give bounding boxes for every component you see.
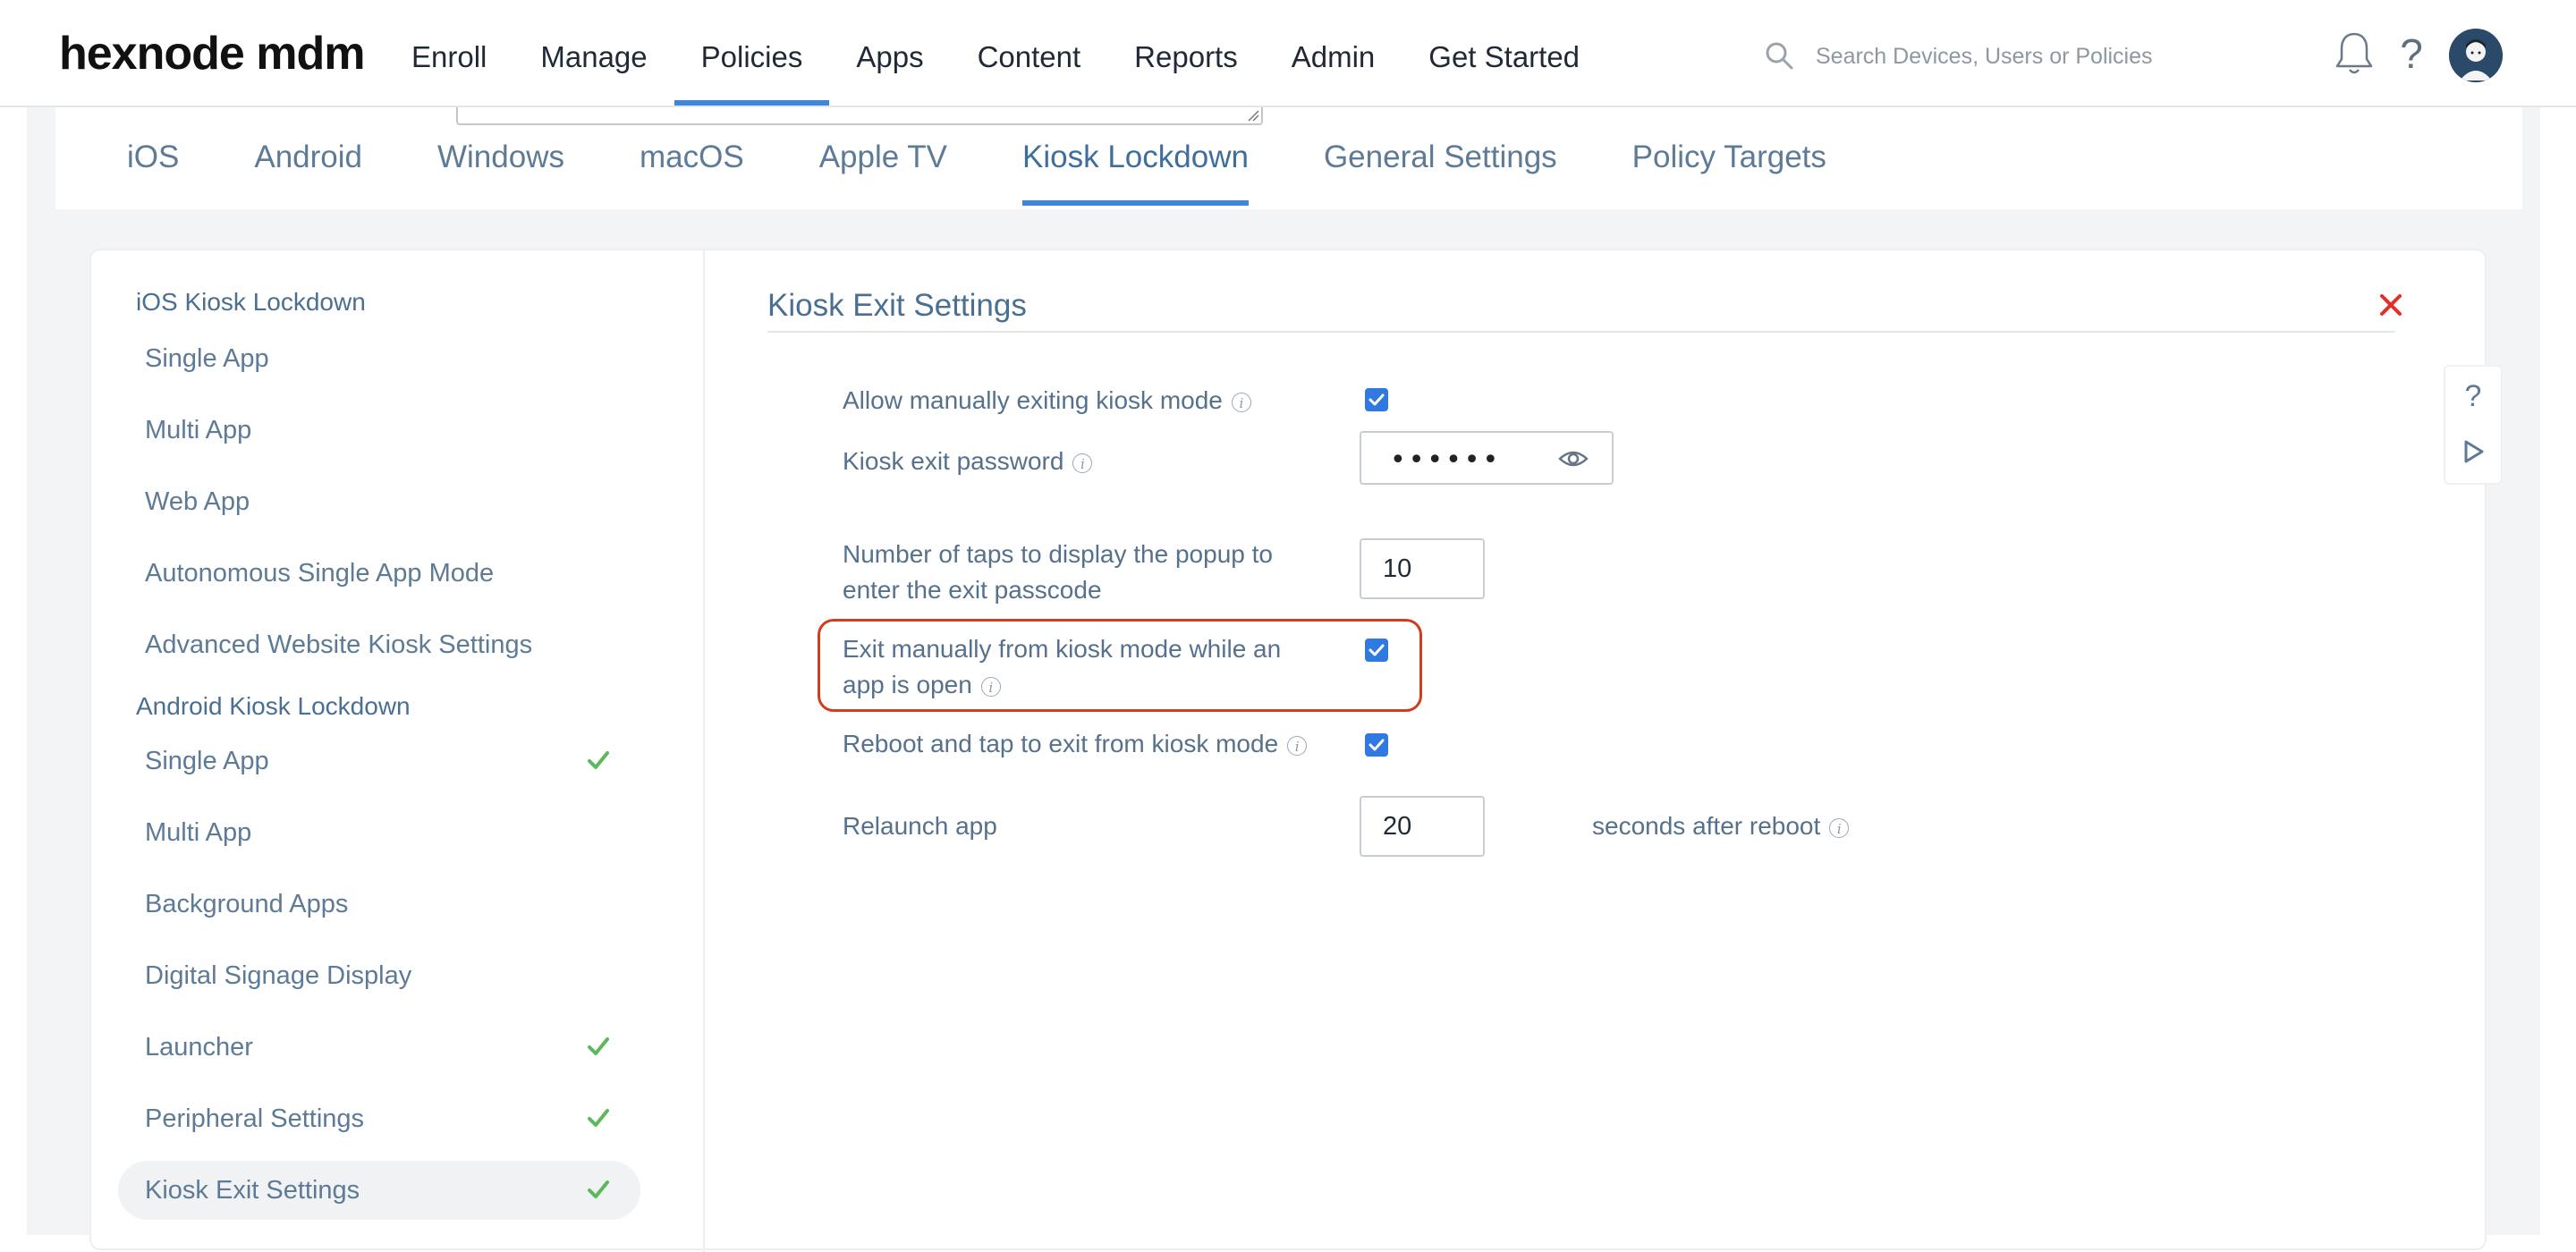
top-header: hexnode mdm Enroll Manage Policies Apps … [0,0,2576,107]
search-icon[interactable] [1764,40,1796,72]
check-icon [587,732,614,791]
nav-get-started[interactable]: Get Started [1402,0,1606,106]
title-divider [767,331,2395,333]
hexnode-logo[interactable]: hexnode mdm [59,27,365,80]
tab-ios[interactable]: iOS [55,134,216,211]
sidebar-item-background-apps[interactable]: Background Apps [118,875,640,934]
sidebar-item-android-multi-app[interactable]: Multi App [118,803,640,862]
sidebar-item-android-single-app[interactable]: Single App [118,732,640,791]
kiosk-sidebar: iOS Kiosk Lockdown Single App Multi App … [91,250,705,1252]
exit-while-app-open-label: Exit manually from kiosk mode while an a… [843,631,1281,703]
sidebar-item-label: Background Apps [145,890,349,918]
section-title: Kiosk Exit Settings [767,288,1027,323]
global-search [1764,36,2229,77]
allow-manual-exit-checkbox[interactable] [1365,388,1388,411]
taps-count-input[interactable] [1360,538,1485,599]
info-icon[interactable]: i [1072,453,1093,473]
sidebar-item-launcher[interactable]: Launcher [118,1018,640,1077]
sidebar-item-autonomous-single-app[interactable]: Autonomous Single App Mode [118,544,640,603]
sidebar-item-advanced-website-kiosk[interactable]: Advanced Website Kiosk Settings [118,615,640,674]
reboot-tap-exit-label: Reboot and tap to exit from kiosk mode i [843,726,1308,762]
allow-manual-exit-text: Allow manually exiting kiosk mode [843,386,1223,414]
main-nav: Enroll Manage Policies Apps Content Repo… [385,0,1606,107]
search-input[interactable] [1814,42,2211,71]
kiosk-exit-settings-panel: Kiosk Exit Settings Allow manually exiti… [767,250,2503,1252]
allow-manual-exit-label: Allow manually exiting kiosk mode i [843,383,1251,419]
tab-policy-targets[interactable]: Policy Targets [1595,134,1864,211]
play-icon[interactable] [2462,438,2487,465]
platform-tabs: iOS Android Windows macOS Apple TV Kiosk… [55,134,1864,211]
question-icon[interactable]: ? [2445,379,2501,414]
check-icon [587,1161,614,1220]
check-icon [587,1018,614,1077]
nav-policies[interactable]: Policies [674,0,830,106]
avatar[interactable] [2449,29,2503,82]
nav-reports[interactable]: Reports [1107,0,1265,106]
info-icon[interactable]: i [1231,392,1251,412]
exit-while-app-open-line1: Exit manually from kiosk mode while an [843,635,1282,663]
sidebar-item-ios-single-app[interactable]: Single App [118,329,640,388]
taps-label-line1: Number of taps to display the popup to [843,540,1273,568]
info-icon[interactable]: i [1287,735,1308,756]
relaunch-suffix: seconds after reboot i [1592,808,1850,844]
taps-label-line2: enter the exit passcode [843,576,1102,604]
exit-password-text: Kiosk exit password [843,447,1064,475]
help-icon[interactable]: ? [2394,30,2429,77]
tab-windows[interactable]: Windows [400,134,602,211]
sidebar-item-label: Single App [145,747,269,775]
sidebar-item-label: Launcher [145,1033,253,1062]
sidebar-item-label: Digital Signage Display [145,961,412,990]
sidebar-item-label: Kiosk Exit Settings [145,1176,360,1205]
sidebar-item-digital-signage[interactable]: Digital Signage Display [118,946,640,1005]
sidebar-item-kiosk-exit-settings[interactable]: Kiosk Exit Settings [118,1161,640,1220]
sidebar-item-ios-multi-app[interactable]: Multi App [118,401,640,460]
nav-content[interactable]: Content [951,0,1108,106]
policy-card: iOS Kiosk Lockdown Single App Multi App … [89,249,2503,1252]
nav-admin[interactable]: Admin [1265,0,1402,106]
tab-apple-tv[interactable]: Apple TV [782,134,985,211]
sidebar-item-ios-web-app[interactable]: Web App [118,472,640,531]
info-icon[interactable]: i [980,676,1001,697]
exit-while-app-open-checkbox[interactable] [1365,639,1388,662]
tab-android[interactable]: Android [216,134,400,211]
description-textarea[interactable] [456,107,1263,125]
exit-password-label: Kiosk exit password i [843,444,1093,479]
tab-macos[interactable]: macOS [602,134,782,211]
exit-while-app-open-line2-wrap: app is open i [843,667,1281,703]
nav-manage[interactable]: Manage [513,0,674,106]
relaunch-suffix-text: seconds after reboot [1592,812,1821,840]
reboot-tap-exit-text: Reboot and tap to exit from kiosk mode [843,730,1279,757]
help-panel: ? [2444,365,2503,485]
tab-kiosk-lockdown[interactable]: Kiosk Lockdown [985,134,1286,211]
info-icon[interactable]: i [1829,817,1850,838]
close-icon[interactable] [2377,292,2404,318]
reboot-tap-exit-checkbox[interactable] [1365,733,1388,757]
resize-grip-icon[interactable] [1247,109,1259,122]
eye-icon[interactable] [1558,447,1589,470]
relaunch-app-label: Relaunch app [843,812,997,840]
sidebar-section-android: Android Kiosk Lockdown [136,692,411,720]
exit-while-app-open-line2: app is open [843,671,972,698]
sidebar-item-peripheral-settings[interactable]: Peripheral Settings [118,1089,640,1148]
bell-icon[interactable] [2334,30,2374,77]
taps-label: Number of taps to display the popup to e… [843,537,1273,608]
sidebar-item-label: Peripheral Settings [145,1104,365,1133]
tab-general-settings[interactable]: General Settings [1286,134,1595,211]
relaunch-seconds-input[interactable] [1360,796,1485,857]
exit-password-input[interactable] [1388,444,1562,477]
nav-apps[interactable]: Apps [829,0,950,106]
sidebar-section-ios: iOS Kiosk Lockdown [136,288,366,316]
sidebar-item-label: Multi App [145,818,252,847]
exit-password-field[interactable] [1360,431,1614,485]
check-icon [587,1089,614,1148]
nav-enroll[interactable]: Enroll [385,0,513,106]
